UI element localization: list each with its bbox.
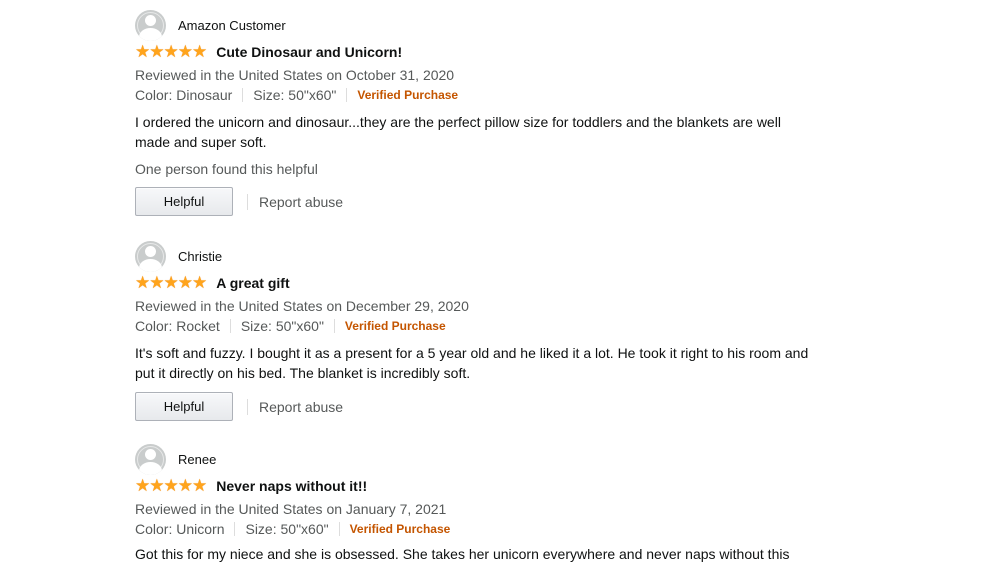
star-icon: ★ — [135, 42, 150, 61]
verified-purchase-badge[interactable]: Verified Purchase — [350, 519, 451, 539]
review-date: Reviewed in the United States on January… — [135, 501, 447, 517]
review-title[interactable]: Cute Dinosaur and Unicorn! — [216, 44, 402, 60]
review-text: It's soft and fuzzy. I bought it as a pr… — [135, 345, 809, 381]
review-title[interactable]: Never naps without it!! — [216, 478, 367, 494]
variant-size[interactable]: Size: 50"x60" — [241, 316, 324, 336]
review-date: Reviewed in the United States on October… — [135, 67, 455, 83]
star-icon: ★ — [177, 476, 193, 495]
star-rating[interactable]: ★ ★ ★ ★ ★ — [135, 42, 207, 61]
star-icon: ★ — [163, 476, 179, 495]
review-card: Renee ★ ★ ★ ★ ★ Never naps without it!! Revi… — [135, 443, 825, 564]
avatar-icon — [135, 443, 166, 475]
avatar-icon — [135, 240, 166, 272]
avatar-icon — [135, 9, 166, 41]
variant-size[interactable]: Size: 50"x60" — [245, 519, 328, 539]
reviewer-name[interactable]: Christie — [178, 249, 222, 264]
star-icon: ★ — [135, 273, 150, 292]
reviewer-name[interactable]: Amazon Customer — [178, 18, 286, 33]
review-text: Got this for my niece and she is obsesse… — [135, 546, 790, 562]
reviewer-name[interactable]: Renee — [178, 452, 216, 467]
star-icon: ★ — [177, 42, 193, 61]
review-text: I ordered the unicorn and dinosaur...the… — [135, 114, 781, 150]
star-icon: ★ — [177, 273, 193, 292]
reviewer-profile[interactable]: Christie — [135, 240, 825, 272]
star-rating[interactable]: ★ ★ ★ ★ ★ — [135, 476, 207, 495]
variant-color[interactable]: Color: Rocket — [135, 316, 220, 336]
star-icon: ★ — [149, 42, 164, 61]
star-icon: ★ — [192, 476, 207, 495]
verified-purchase-badge[interactable]: Verified Purchase — [345, 316, 446, 336]
star-rating[interactable]: ★ ★ ★ ★ ★ — [135, 273, 207, 292]
star-icon: ★ — [135, 476, 150, 495]
variant-size[interactable]: Size: 50"x60" — [253, 85, 336, 105]
divider — [346, 88, 348, 102]
report-abuse-link[interactable]: Report abuse — [247, 193, 343, 210]
star-icon: ★ — [149, 273, 164, 292]
helpful-count: One person found this helpful — [135, 161, 318, 177]
star-icon: ★ — [192, 273, 207, 292]
divider — [242, 88, 244, 102]
helpful-button[interactable]: Helpful — [135, 187, 233, 216]
helpful-button[interactable]: Helpful — [135, 392, 233, 421]
star-icon: ★ — [163, 273, 179, 292]
divider — [333, 319, 335, 333]
report-abuse-link[interactable]: Report abuse — [247, 398, 343, 415]
review-card: Amazon Customer ★ ★ ★ ★ ★ Cute Dinosaur and … — [135, 9, 825, 216]
reviewer-profile[interactable]: Renee — [135, 443, 825, 475]
star-icon: ★ — [163, 42, 179, 61]
star-icon: ★ — [192, 42, 207, 61]
verified-purchase-badge[interactable]: Verified Purchase — [357, 85, 458, 105]
review-title[interactable]: A great gift — [216, 275, 289, 291]
reviewer-profile[interactable]: Amazon Customer — [135, 9, 825, 41]
review-card: Christie ★ ★ ★ ★ ★ A great gift Reviewed in … — [135, 240, 825, 421]
divider — [234, 522, 236, 536]
variant-color[interactable]: Color: Unicorn — [135, 519, 224, 539]
star-icon: ★ — [149, 476, 164, 495]
divider — [229, 319, 231, 333]
variant-color[interactable]: Color: Dinosaur — [135, 85, 232, 105]
divider — [338, 522, 340, 536]
review-date: Reviewed in the United States on Decembe… — [135, 298, 469, 314]
